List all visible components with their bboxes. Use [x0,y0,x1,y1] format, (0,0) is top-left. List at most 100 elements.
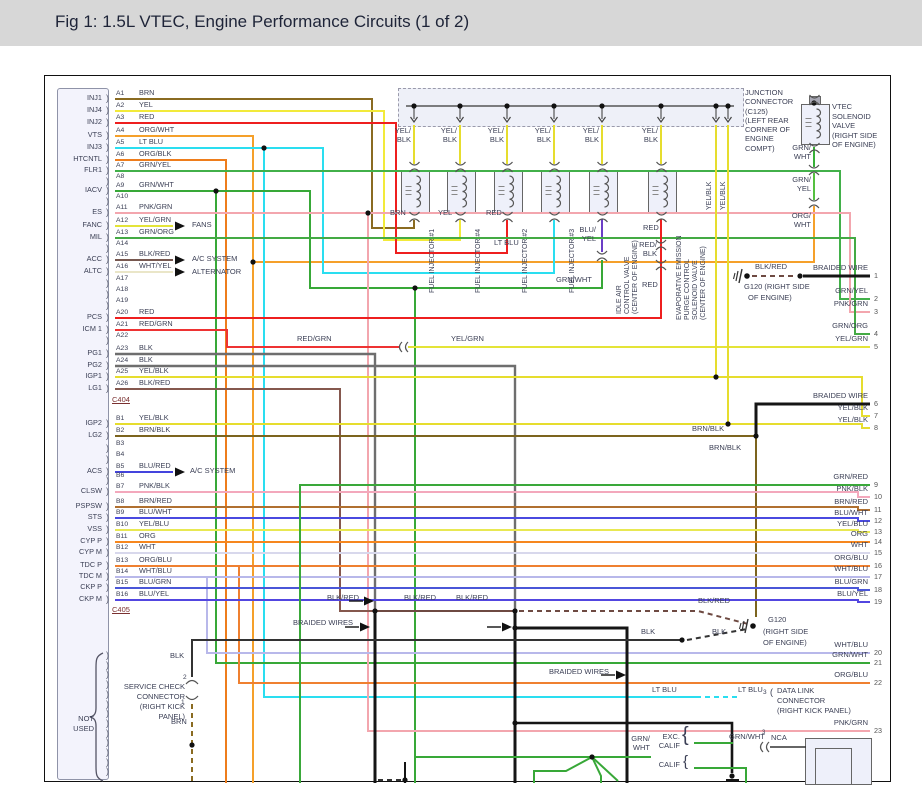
pin-wire-color: PNK/BLK [139,482,170,491]
diagram-label: BRN/BLK [692,425,724,434]
pin-wire-color: ORG/BLU [139,556,172,565]
diagram-label: ALTERNATOR [192,268,241,277]
ecm-pin-function: HTCNTL [42,155,102,164]
ecm-pin-function: PG2 [42,361,102,370]
diagram-label: BLK/RED [327,594,359,603]
pin-wire-color: BLK [139,344,153,353]
diagram-label: BRAIDED WIRES [549,668,609,677]
pin-arc-icon: ) [106,324,109,334]
pin-id: A13 [116,229,128,238]
terminal-wire-label: GRN/WHT [768,651,868,660]
pin-wire-color: LT BLU [139,138,163,147]
screenshot-root: Fig 1: 1.5L VTEC, Engine Performance Cir… [0,0,922,802]
pin-arc-icon: ) [106,475,109,485]
pin-arc-icon: ) [106,154,109,164]
pin-id: A12 [116,217,128,226]
pin-id: A19 [116,297,128,306]
terminal-number: 15 [874,549,882,558]
pin-arc-icon: ) [106,232,109,242]
wire-color-label: YEL/BLK [720,148,728,210]
pin-wire-color: BLU/WHT [139,508,172,517]
terminal-number: 12 [874,517,882,526]
ecm-pin-function: MIL [42,233,102,242]
terminal-number: 5 [874,343,878,352]
terminal-number: 1 [874,272,878,281]
diagram-label: A/C SYSTEM [192,255,237,264]
pin-id: A4 [116,127,124,136]
ecm-pin-function: LG2 [42,431,102,440]
unused-pin-arc-icon: ) [106,757,109,767]
pin-wire-color: BRN [139,89,154,98]
pin-arc-icon: ) [106,220,109,230]
pin-id: B7 [116,483,124,492]
pin-wire-color: WHT/YEL [139,262,171,271]
diagram-label: BLK/RED [698,597,730,606]
diagram-label: GRN/ WHT [785,144,811,161]
idle-air-control-valve-label: IDLE AIR CONTROL VALVE (CENTER OF ENGINE… [616,166,640,314]
ecm-pin-function: PG1 [42,349,102,358]
bottom-right-module-inner [815,748,852,785]
pin-id: A21 [116,321,128,330]
pin-arc-icon: ) [106,312,109,322]
pin-arc-icon: ) [106,418,109,428]
terminal-wire-label: BRAIDED WIRE [768,392,868,401]
diagram-label: YEL/GRN [451,335,484,344]
diagram-label: RED [486,209,502,218]
ecm-pin-function: TDC P [42,561,102,570]
ecm-pin-function: STS [42,513,102,522]
diagram-label: BLK [170,652,184,661]
connector-ref: C404 [112,396,130,405]
pin-id: B14 [116,568,128,577]
diagram-label: G120 (RIGHT SIDE [744,283,810,292]
fuel-injector-1-label: FUEL INJECTOR #1 [429,168,437,293]
pin-arc-icon: ) [106,348,109,358]
pin-id: A7 [116,162,124,171]
terminal-number: 20 [874,649,882,658]
terminal-wire-label: ORG [768,530,868,539]
pin-id: A24 [116,357,128,366]
vtec-top-cap [809,96,821,105]
pin-arc-icon: ) [106,594,109,604]
ecm-pin-function: FANC [42,221,102,230]
pin-arc-icon: ) [106,93,109,103]
pin-wire-color: GRN/WHT [139,181,174,190]
pin-arc-icon: ) [106,371,109,381]
pin-id: A17 [116,275,128,284]
diagram-label: RED [643,224,659,233]
pin-arc-icon: ) [106,430,109,440]
diagram-label: 1 [181,699,185,708]
pin-id: B9 [116,509,124,518]
pin-id: B15 [116,579,128,588]
terminal-wire-label: WHT [768,541,868,550]
diagram-label: 3 [762,729,765,738]
pin-id: A5 [116,139,124,148]
diagram-label: GRN/WHT [729,733,765,742]
ecm-pin-function: CKP P [42,583,102,592]
pin-id: A23 [116,345,128,354]
diagram-label: BLU/ YEL [570,226,596,243]
terminal-wire-label: PNK/GRN [768,719,868,728]
diagram-label: BLK [641,628,655,637]
ecm-pin-function: FLR1 [42,166,102,175]
idle-air-control-valve [589,171,618,214]
pin-id: A8 [116,173,124,182]
pin-id: A6 [116,151,124,160]
pin-arc-icon: ) [106,289,109,299]
pin-id: A10 [116,193,128,202]
ecm-pin-function: ACS [42,467,102,476]
diagram-label: OF ENGINE) [763,639,807,648]
pin-arc-icon: ) [106,266,109,276]
wiring-diagram: FUEL INJECTOR #1FUEL INJECTOR #4FUEL INJ… [0,0,922,802]
terminal-number: 18 [874,586,882,595]
unused-pin-arc-icon: ) [106,650,109,660]
diagram-label: DATA LINK CONNECTOR (RIGHT KICK PANEL) [777,686,851,716]
terminal-number: 16 [874,562,882,571]
pin-id: A11 [116,204,128,213]
diagram-label: BLK/RED [456,594,488,603]
pin-id: A20 [116,309,128,318]
pin-wire-color: BLK/RED [139,250,170,259]
diagram-label: ORG/ WHT [785,212,811,229]
pin-wire-color: ORG/BLK [139,150,171,159]
ecm-pin-function: IGP2 [42,419,102,428]
pin-arc-icon: ) [106,524,109,534]
